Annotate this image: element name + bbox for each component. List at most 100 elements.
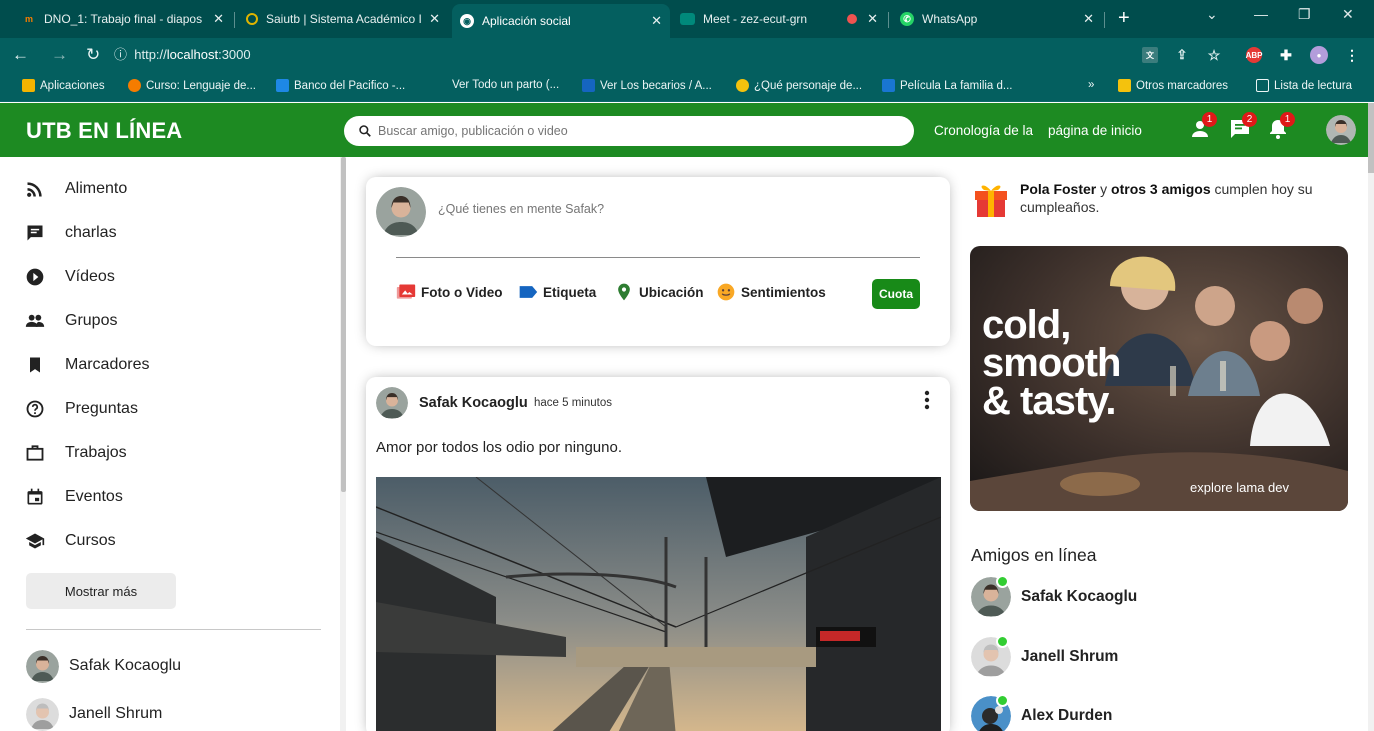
share-option-photo[interactable]: Foto o Video: [396, 282, 503, 302]
bookmark-label: ¿Qué personaje de...: [754, 79, 863, 92]
sidebar-item-label: Alimento: [65, 180, 128, 197]
sidebar-item-questions[interactable]: Preguntas: [24, 396, 138, 422]
friend-requests-button[interactable]: 1: [1188, 112, 1217, 143]
bookmark-label: Curso: Lenguaje de...: [146, 79, 256, 92]
star-icon[interactable]: ☆: [1206, 47, 1222, 63]
reload-icon[interactable]: ↻: [86, 45, 100, 65]
post-image[interactable]: [376, 477, 941, 731]
emoji-icon: [736, 79, 749, 92]
school-icon: [24, 530, 46, 552]
friend-name: Alex Durden: [1021, 707, 1113, 724]
more-vert-icon[interactable]: [920, 389, 934, 411]
close-icon[interactable]: ✕: [429, 11, 440, 27]
search-input[interactable]: [378, 124, 878, 138]
birthday-friend-name[interactable]: Pola Foster: [1020, 181, 1096, 197]
sidebar-item-feed[interactable]: Alimento: [24, 176, 127, 202]
timeline-link[interactable]: Cronología de la: [934, 123, 1033, 138]
close-icon[interactable]: ✕: [1083, 11, 1094, 27]
tab-separator: [1104, 12, 1105, 28]
browser-tab-meet[interactable]: Meet - zez-ecut-grn ✕: [672, 4, 886, 34]
post-author[interactable]: Safak Kocaoglu: [419, 395, 528, 411]
bookmark-label: Banco del Pacifico -...: [294, 79, 406, 92]
tab-title: DNO_1: Trabajo final - diapos: [44, 12, 203, 26]
browser-tab-whatsapp[interactable]: ✆ WhatsApp ✕: [892, 4, 1102, 34]
bookmark-item[interactable]: Banco del Pacifico -...: [276, 79, 405, 92]
ad-caption: explore lama dev: [1190, 480, 1289, 495]
status-input[interactable]: [438, 202, 918, 216]
browser-tab-moodle[interactable]: m DNO_1: Trabajo final - diapos ✕: [14, 4, 232, 34]
translate-icon[interactable]: 文: [1142, 47, 1158, 63]
bookmark-item[interactable]: Película La familia d...: [882, 79, 1013, 92]
adblock-icon[interactable]: ABP: [1246, 47, 1262, 63]
sidebar-friend[interactable]: Safak Kocaoglu: [26, 649, 181, 683]
minimize-icon[interactable]: —: [1254, 6, 1268, 22]
bookmark-item[interactable]: ¿Qué personaje de...: [736, 79, 862, 92]
bookmark-label: Aplicaciones: [40, 79, 105, 92]
tab-separator: [234, 12, 235, 28]
sidebar-item-courses[interactable]: Cursos: [24, 528, 116, 554]
chat-icon: [24, 222, 46, 244]
restore-icon[interactable]: ❐: [1298, 6, 1311, 23]
window-close-icon[interactable]: ✕: [1342, 6, 1354, 23]
avatar: [971, 575, 1011, 617]
sidebar-item-label: Marcadores: [65, 356, 150, 373]
ad-banner[interactable]: cold, smooth & tasty. explore lama dev: [970, 246, 1348, 511]
url-field[interactable]: ⓘ http://localhost:3000: [114, 43, 1164, 67]
more-bookmarks-button[interactable]: »: [1088, 79, 1094, 91]
sidebar-friend[interactable]: Janell Shrum: [26, 697, 162, 731]
back-icon[interactable]: ←: [12, 45, 29, 65]
sidebar-item-events[interactable]: Eventos: [24, 484, 123, 510]
share-icon[interactable]: ⇪: [1174, 47, 1190, 63]
close-icon[interactable]: ✕: [651, 13, 662, 29]
tab-title: Saiutb | Sistema Académico I: [266, 12, 422, 26]
forward-icon[interactable]: →: [51, 45, 68, 65]
online-friend[interactable]: Safak Kocaoglu: [971, 575, 1138, 617]
info-icon[interactable]: ⓘ: [114, 47, 134, 62]
notification-badge: 1: [1280, 112, 1295, 127]
messages-button[interactable]: 2: [1228, 112, 1257, 143]
page-scrollbar-thumb[interactable]: [1368, 103, 1374, 173]
sidebar-item-videos[interactable]: Vídeos: [24, 264, 115, 290]
notifications-button[interactable]: 1: [1266, 112, 1295, 143]
post-text: Amor por todos los odio por ninguno.: [376, 439, 622, 456]
share-option-tag[interactable]: Etiqueta: [518, 282, 596, 302]
sidebar-scrollbar-thumb[interactable]: [341, 157, 346, 492]
bookmark-item[interactable]: Ver Los becarios / A...: [582, 79, 712, 92]
sidebar-item-chats[interactable]: charlas: [24, 220, 117, 246]
tab-search-icon[interactable]: ⌄: [1206, 6, 1218, 23]
birthday-others[interactable]: otros 3 amigos: [1111, 181, 1211, 197]
bookmark-item[interactable]: Curso: Lenguaje de...: [128, 79, 256, 92]
profile-icon[interactable]: ●: [1310, 46, 1328, 64]
bookmark-folder[interactable]: Otros marcadores: [1118, 79, 1228, 92]
online-friends-title: Amigos en línea: [971, 545, 1097, 565]
new-tab-icon[interactable]: +: [1118, 7, 1130, 30]
sidebar-item-groups[interactable]: Grupos: [24, 308, 117, 334]
online-friend[interactable]: Janell Shrum: [971, 635, 1118, 677]
avatar[interactable]: [376, 387, 408, 419]
browser-tab-active[interactable]: ◉ Aplicación social ✕: [452, 4, 670, 38]
close-icon[interactable]: ✕: [867, 11, 878, 27]
extensions-icon[interactable]: ✚: [1278, 47, 1294, 63]
share-option-location[interactable]: Ubicación: [614, 282, 704, 302]
show-more-button[interactable]: Mostrar más: [26, 573, 176, 609]
share-option-feelings[interactable]: Sentimientos: [716, 282, 826, 302]
close-icon[interactable]: ✕: [213, 11, 224, 27]
homepage-link[interactable]: página de inicio: [1048, 123, 1142, 138]
search-bar: [344, 116, 914, 146]
birthday-notice: Pola Foster y otros 3 amigos cumplen hoy…: [970, 178, 1340, 222]
post-date: hace 5 minutos: [534, 397, 612, 409]
sidebar-item-jobs[interactable]: Trabajos: [24, 440, 127, 466]
online-friend[interactable]: Alex Durden: [971, 694, 1113, 731]
sidebar-item-bookmarks[interactable]: Marcadores: [24, 352, 149, 378]
menu-icon[interactable]: ⋮: [1344, 47, 1360, 63]
browser-tab-saiutb[interactable]: Saiutb | Sistema Académico I ✕: [238, 4, 448, 34]
page-scrollbar-track[interactable]: [1368, 103, 1374, 731]
share-button[interactable]: Cuota: [872, 279, 920, 309]
bookmark-apps[interactable]: Aplicaciones: [22, 79, 105, 92]
app-logo[interactable]: UTB EN LÍNEA: [26, 118, 182, 144]
reading-list[interactable]: Lista de lectura: [1256, 79, 1352, 92]
friend-name: Safak Kocaoglu: [1021, 588, 1138, 605]
profile-avatar[interactable]: [1326, 115, 1356, 145]
bookmark-item[interactable]: Ver Todo un parto (...: [452, 79, 559, 91]
whatsapp-icon: ✆: [900, 12, 914, 26]
